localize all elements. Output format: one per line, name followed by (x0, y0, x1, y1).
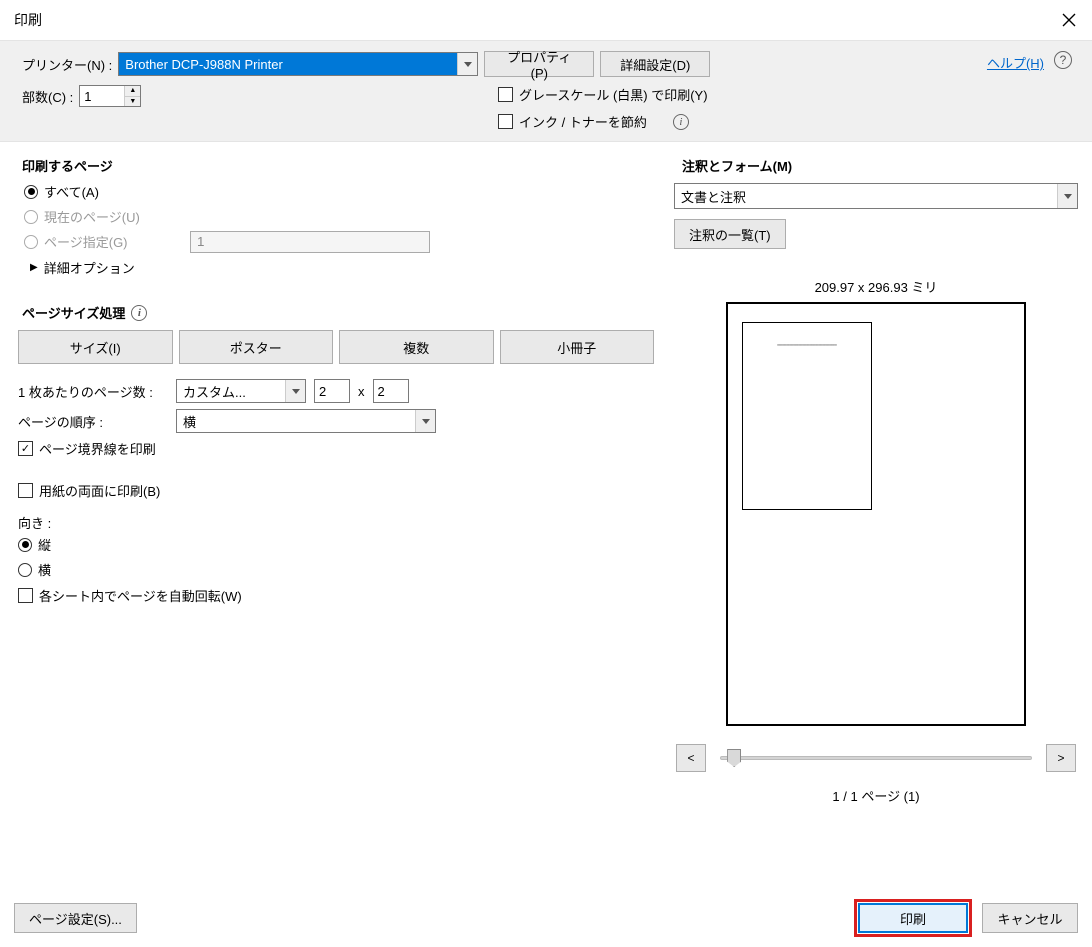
checkbox-box (498, 87, 513, 102)
comments-list-button[interactable]: 注釈の一覧(T) (674, 219, 786, 249)
more-options-toggle[interactable]: ▶ 詳細オプション (24, 254, 654, 281)
print-border-checkbox[interactable]: ✓ ページ境界線を印刷 (18, 439, 156, 458)
radio-current-page[interactable]: 現在のページ(U) (24, 204, 654, 229)
page-spec-input[interactable] (190, 231, 430, 253)
radio-dot (24, 185, 38, 199)
chevron-down-icon (1057, 184, 1077, 208)
comments-section: 注釈とフォーム(M) 文書と注釈 注釈の一覧(T) (674, 152, 1078, 249)
radio-dot (24, 235, 38, 249)
spinner-down-icon[interactable]: ▼ (125, 97, 140, 107)
properties-button[interactable]: プロパティ(P) (484, 51, 594, 77)
main-area: 印刷するページ すべて(A) 現在のページ(U) ページ指定(G) (0, 142, 1092, 805)
checkbox-box: ✓ (18, 441, 33, 456)
printer-select[interactable]: Brother DCP-J988N Printer (118, 52, 478, 76)
radio-all-pages[interactable]: すべて(A) (24, 179, 654, 204)
copies-spinner[interactable]: ▲ ▼ (79, 85, 141, 107)
comments-title: 注釈とフォーム(M) (674, 152, 1078, 179)
print-button[interactable]: 印刷 (858, 903, 968, 933)
info-icon[interactable]: i (131, 305, 147, 321)
pages-per-sheet-label: 1 枚あたりのページ数 : (18, 382, 168, 401)
page-indicator: 1 / 1 ページ (1) (674, 786, 1078, 805)
pages-per-sheet-select[interactable]: カスタム... (176, 379, 306, 403)
info-icon[interactable]: i (673, 114, 689, 130)
chevron-down-icon (457, 53, 477, 75)
chevron-down-icon (285, 380, 305, 402)
dialog-title: 印刷 (14, 10, 42, 30)
help-icon[interactable]: ? (1054, 51, 1072, 69)
orientation-label: 向き : (18, 513, 654, 532)
save-ink-label: インク / トナーを節約 (519, 112, 647, 131)
close-button[interactable] (1060, 11, 1078, 29)
tab-booklet[interactable]: 小冊子 (500, 330, 655, 364)
print-range-section: 印刷するページ すべて(A) 現在のページ(U) ページ指定(G) (14, 152, 654, 281)
help-link[interactable]: ヘルプ(H) (987, 53, 1044, 72)
preview-page-content: ━━━━━━━━━━━━━━━━━━━━━━━━━━━━━━━━━ (742, 322, 872, 510)
print-button-highlight: 印刷 (858, 903, 968, 933)
grayscale-label: グレースケール (白黒) で印刷(Y) (519, 85, 708, 104)
auto-rotate-checkbox[interactable]: 各シート内でページを自動回転(W) (18, 586, 242, 605)
prev-page-button[interactable]: < (676, 744, 706, 772)
footer: ページ設定(S)... 印刷 キャンセル (14, 903, 1078, 933)
comments-select[interactable]: 文書と注釈 (674, 183, 1078, 209)
copies-label: 部数(C) : (22, 87, 73, 106)
radio-dot (24, 210, 38, 224)
checkbox-box (18, 483, 33, 498)
copies-input[interactable] (80, 86, 124, 106)
page-size-section: ページサイズ処理 i サイズ(I) ポスター 複数 小冊子 1 枚あたりのページ… (14, 299, 654, 606)
tab-multiple[interactable]: 複数 (339, 330, 494, 364)
radio-landscape[interactable]: 横 (18, 557, 654, 582)
cancel-button[interactable]: キャンセル (982, 903, 1078, 933)
preview-paper: ━━━━━━━━━━━━━━━━━━━━━━━━━━━━━━━━━ (726, 302, 1026, 726)
tab-size[interactable]: サイズ(I) (18, 330, 173, 364)
close-icon (1062, 13, 1076, 27)
spinner-up-icon[interactable]: ▲ (125, 86, 140, 97)
page-order-select[interactable]: 横 (176, 409, 436, 433)
header-panel: ヘルプ(H) ? プリンター(N) : Brother DCP-J988N Pr… (0, 40, 1092, 142)
page-setup-button[interactable]: ページ設定(S)... (14, 903, 137, 933)
pps-y-input[interactable] (373, 379, 409, 403)
printer-label: プリンター(N) : (22, 55, 112, 74)
slider-thumb-icon[interactable] (727, 749, 741, 767)
preview-area: 209.97 x 296.93 ミリ ━━━━━━━━━━━━━━━━━━━━━… (674, 277, 1078, 805)
print-range-title: 印刷するページ (14, 152, 654, 179)
checkbox-box (18, 588, 33, 603)
advanced-settings-button[interactable]: 詳細設定(D) (600, 51, 710, 77)
printer-value: Brother DCP-J988N Printer (119, 53, 457, 75)
checkbox-box (498, 114, 513, 129)
preview-dimensions: 209.97 x 296.93 ミリ (674, 277, 1078, 296)
preview-slider[interactable] (720, 756, 1032, 760)
radio-dot (18, 563, 32, 577)
next-page-button[interactable]: > (1046, 744, 1076, 772)
duplex-checkbox[interactable]: 用紙の両面に印刷(B) (18, 481, 160, 500)
pps-sep: x (358, 384, 365, 399)
titlebar: 印刷 (0, 0, 1092, 40)
page-order-label: ページの順序 : (18, 412, 168, 431)
page-size-title: ページサイズ処理 (22, 303, 125, 322)
pps-x-input[interactable] (314, 379, 350, 403)
radio-dot (18, 538, 32, 552)
grayscale-checkbox[interactable]: グレースケール (白黒) で印刷(Y) (498, 85, 708, 104)
chevron-down-icon (415, 410, 435, 432)
tab-poster[interactable]: ポスター (179, 330, 334, 364)
triangle-right-icon: ▶ (30, 262, 38, 273)
radio-portrait[interactable]: 縦 (18, 532, 654, 557)
save-ink-checkbox[interactable]: インク / トナーを節約 (498, 112, 647, 131)
radio-page-spec[interactable]: ページ指定(G) (24, 229, 164, 254)
preview-text: ━━━━━━━━━━━━━━━━━━━━━━━━━━━━━━━━━ (757, 343, 857, 347)
